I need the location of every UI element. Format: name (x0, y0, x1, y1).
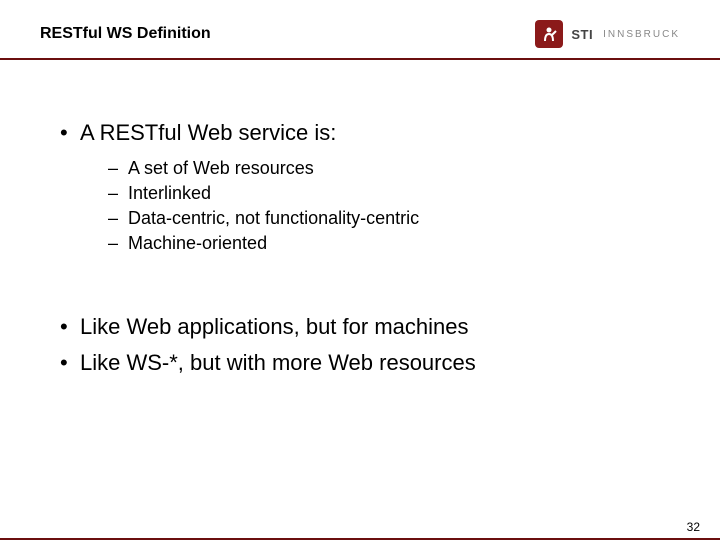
logo-text-primary: STI (571, 27, 593, 42)
slide-content: A RESTful Web service is: A set of Web r… (0, 60, 720, 416)
bullet-list: Like Web applications, but for machines … (60, 314, 660, 376)
slide-title: RESTful WS Definition (40, 25, 211, 43)
sub-bullet-list: A set of Web resources Interlinked Data-… (80, 158, 660, 254)
logo-area: STI INNSBRUCK (535, 20, 680, 48)
bullet-text: Like WS-*, but with more Web resources (80, 350, 476, 375)
bullet-item: Like WS-*, but with more Web resources (60, 350, 660, 376)
bullet-item: A RESTful Web service is: A set of Web r… (60, 120, 660, 254)
bullet-text: A RESTful Web service is: (80, 120, 336, 145)
sub-bullet-text: Machine-oriented (128, 233, 267, 253)
sub-bullet-item: A set of Web resources (108, 158, 660, 179)
sub-bullet-text: Data-centric, not functionality-centric (128, 208, 419, 228)
sti-logo-icon (535, 20, 563, 48)
bullet-list: A RESTful Web service is: A set of Web r… (60, 120, 660, 254)
bullet-text: Like Web applications, but for machines (80, 314, 468, 339)
slide-header: RESTful WS Definition STI INNSBRUCK (0, 0, 720, 58)
page-number: 32 (687, 520, 700, 534)
sub-bullet-text: Interlinked (128, 183, 211, 203)
bullet-item: Like Web applications, but for machines (60, 314, 660, 340)
sub-bullet-item: Machine-oriented (108, 233, 660, 254)
sub-bullet-item: Data-centric, not functionality-centric (108, 208, 660, 229)
logo-text-secondary: INNSBRUCK (603, 29, 680, 40)
sub-bullet-text: A set of Web resources (128, 158, 314, 178)
sub-bullet-item: Interlinked (108, 183, 660, 204)
